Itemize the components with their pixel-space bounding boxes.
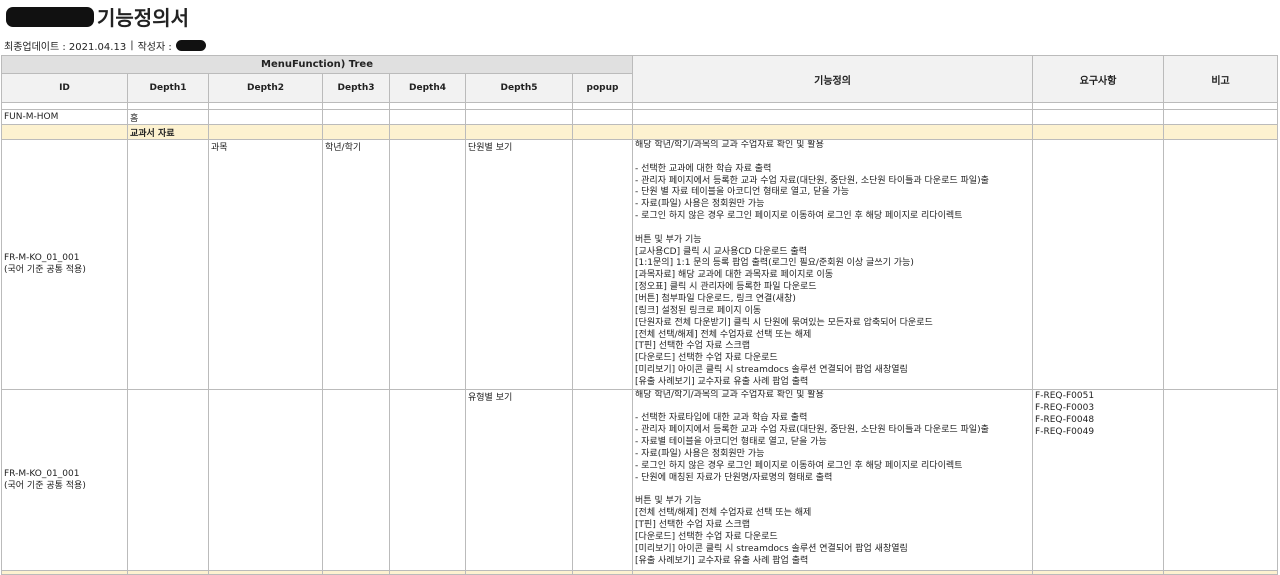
table-row-category: 교과서 자료 xyxy=(1,124,1279,140)
requirement-item: F-REQ-F0051 xyxy=(1035,390,1095,401)
redacted-company-name xyxy=(6,6,94,27)
table-header-group-row: MenuFunction) Tree 기능정의 요구사항 비고 xyxy=(0,55,1279,103)
row-id-sub: (국어 기준 공통 적용) xyxy=(4,480,86,491)
meta-separator: | xyxy=(130,40,134,51)
last-update-label: 최종업데이트 : 2021.04.13 xyxy=(4,42,127,53)
row-depth3 xyxy=(322,388,390,571)
header-requirements: 요구사항 xyxy=(1032,55,1165,103)
tree-group-header: MenuFunction) Tree xyxy=(0,55,634,74)
category-depth1: 교과서 자료 xyxy=(127,124,209,140)
document-title: 기능정의서 xyxy=(6,2,189,31)
header-depth2: Depth2 xyxy=(208,73,323,103)
row-requirements xyxy=(1032,139,1165,390)
row-id: FR-M-KO_01_001 xyxy=(4,253,80,264)
row-id: FR-M-KO_01_001 xyxy=(4,468,80,479)
requirement-item: F-REQ-F0003 xyxy=(1035,402,1095,413)
header-depth5: Depth5 xyxy=(465,73,573,103)
document-title-text: 기능정의서 xyxy=(97,6,189,30)
header-depth4: Depth4 xyxy=(389,73,466,103)
redacted-author-name xyxy=(175,40,206,51)
requirement-item: F-REQ-F0048 xyxy=(1035,414,1095,425)
row-depth2: 과목 xyxy=(208,139,323,390)
header-depth1: Depth1 xyxy=(127,73,209,103)
row-id-cell: FR-M-KO_01_001 (국어 기준 공통 적용) xyxy=(1,139,128,390)
home-id: FUN-M-HOM xyxy=(1,109,128,125)
row-depth3: 학년/학기 xyxy=(322,139,390,390)
home-depth1: 홈 xyxy=(127,109,209,125)
spacer-row xyxy=(1,102,1279,110)
table-row-partial xyxy=(1,569,1279,575)
requirement-item: F-REQ-F0049 xyxy=(1035,426,1095,437)
author-label: 작성자 : xyxy=(137,42,172,53)
row-description: 해당 학년/학기/과목의 교과 수업자료 확인 및 활용 - 선택한 교과에 대… xyxy=(632,139,1034,390)
row-depth5: 유형별 보기 xyxy=(465,388,573,571)
table-row-home: FUN-M-HOM 홈 xyxy=(1,109,1279,125)
header-id: ID xyxy=(1,73,128,103)
header-popup: popup xyxy=(571,73,634,103)
header-func-def: 기능정의 xyxy=(632,55,1034,103)
row-depth2 xyxy=(208,388,323,571)
row-description: 해당 학년/학기/과목의 교과 수업자료 확인 및 활용 - 선택한 자료타입에… xyxy=(632,388,1034,571)
document-meta: 최종업데이트 : 2021.04.13 | 작성자 : xyxy=(4,38,206,53)
header-note: 비고 xyxy=(1163,55,1279,103)
function-spec-table: MenuFunction) Tree 기능정의 요구사항 비고 ID Depth… xyxy=(0,55,1279,575)
row-id-sub: (국어 기준 공통 적용) xyxy=(4,265,86,276)
row-requirements: F-REQ-F0051 F-REQ-F0003 F-REQ-F0048 F-RE… xyxy=(1032,388,1165,571)
table-row: FR-M-KO_01_001 (국어 기준 공통 적용) 유형별 보기 해당 학… xyxy=(1,388,1279,571)
table-row: FR-M-KO_01_001 (국어 기준 공통 적용) 과목 학년/학기 단원… xyxy=(1,139,1279,390)
row-depth5: 단원별 보기 xyxy=(465,139,573,390)
row-id-cell: FR-M-KO_01_001 (국어 기준 공통 적용) xyxy=(1,388,128,571)
header-depth3: Depth3 xyxy=(322,73,390,103)
